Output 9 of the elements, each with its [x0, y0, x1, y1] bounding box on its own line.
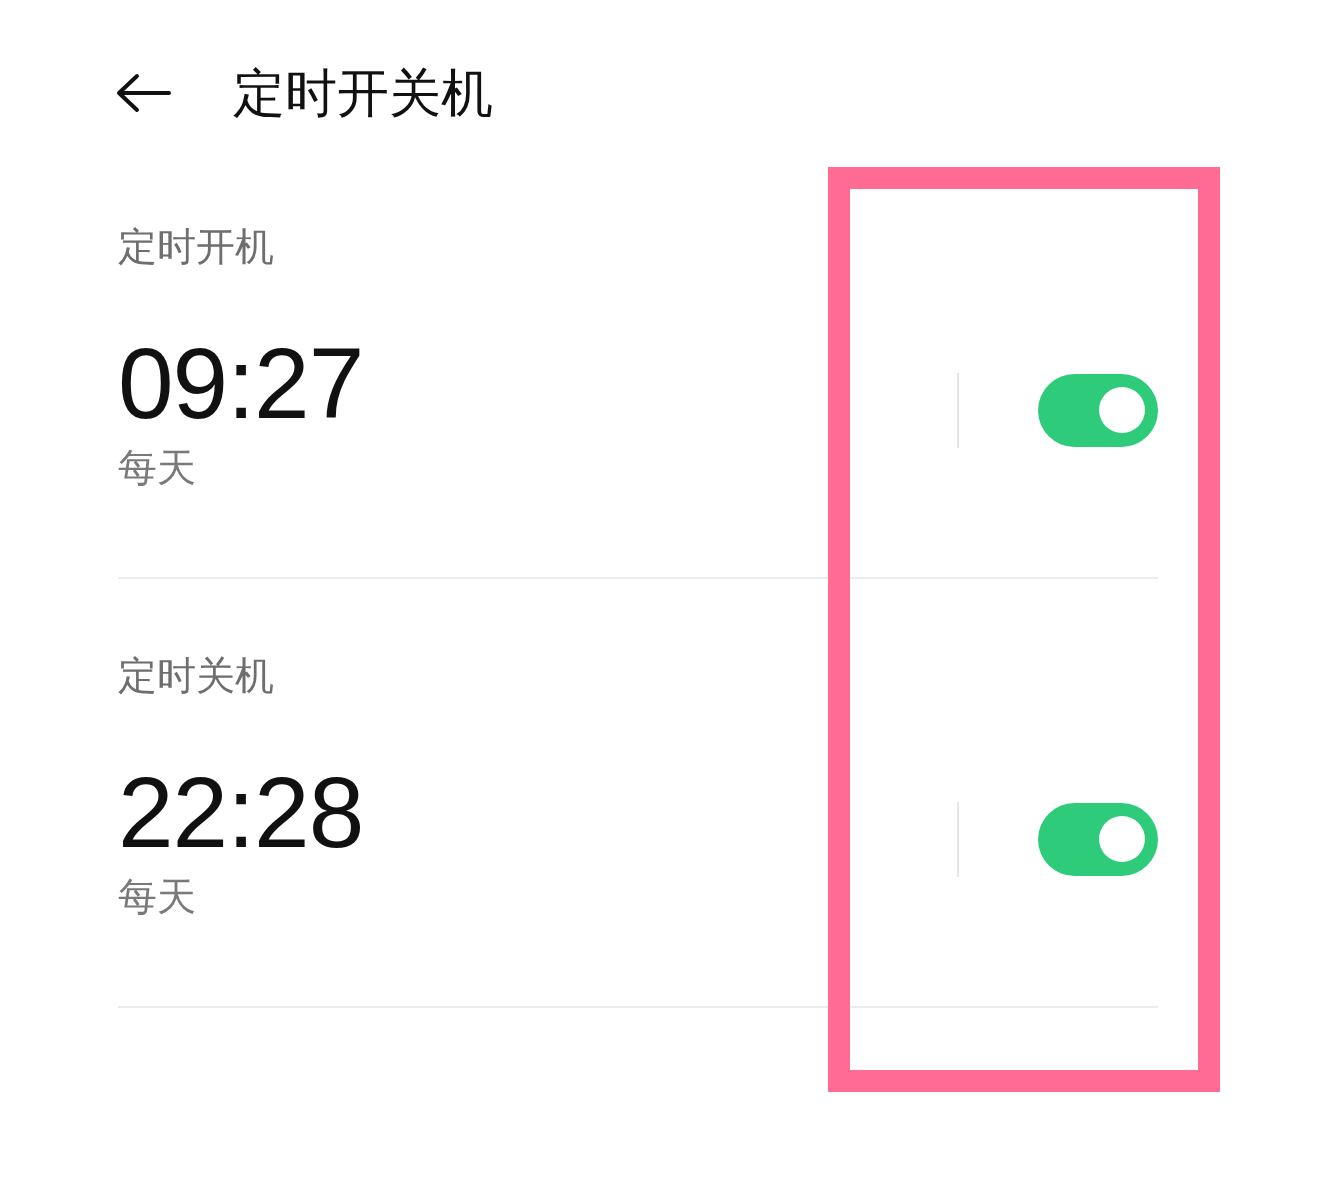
- repeat-text: 每天: [118, 877, 196, 916]
- section-label: 定时开机: [118, 227, 274, 266]
- time-text: 22:28: [118, 762, 364, 862]
- back-icon: [115, 73, 171, 113]
- repeat-text: 每天: [118, 448, 196, 487]
- back-button[interactable]: [115, 71, 171, 115]
- section-label: 定时关机: [118, 656, 274, 695]
- time-text: 09:27: [118, 333, 364, 433]
- page-title: 定时开关机: [233, 67, 493, 119]
